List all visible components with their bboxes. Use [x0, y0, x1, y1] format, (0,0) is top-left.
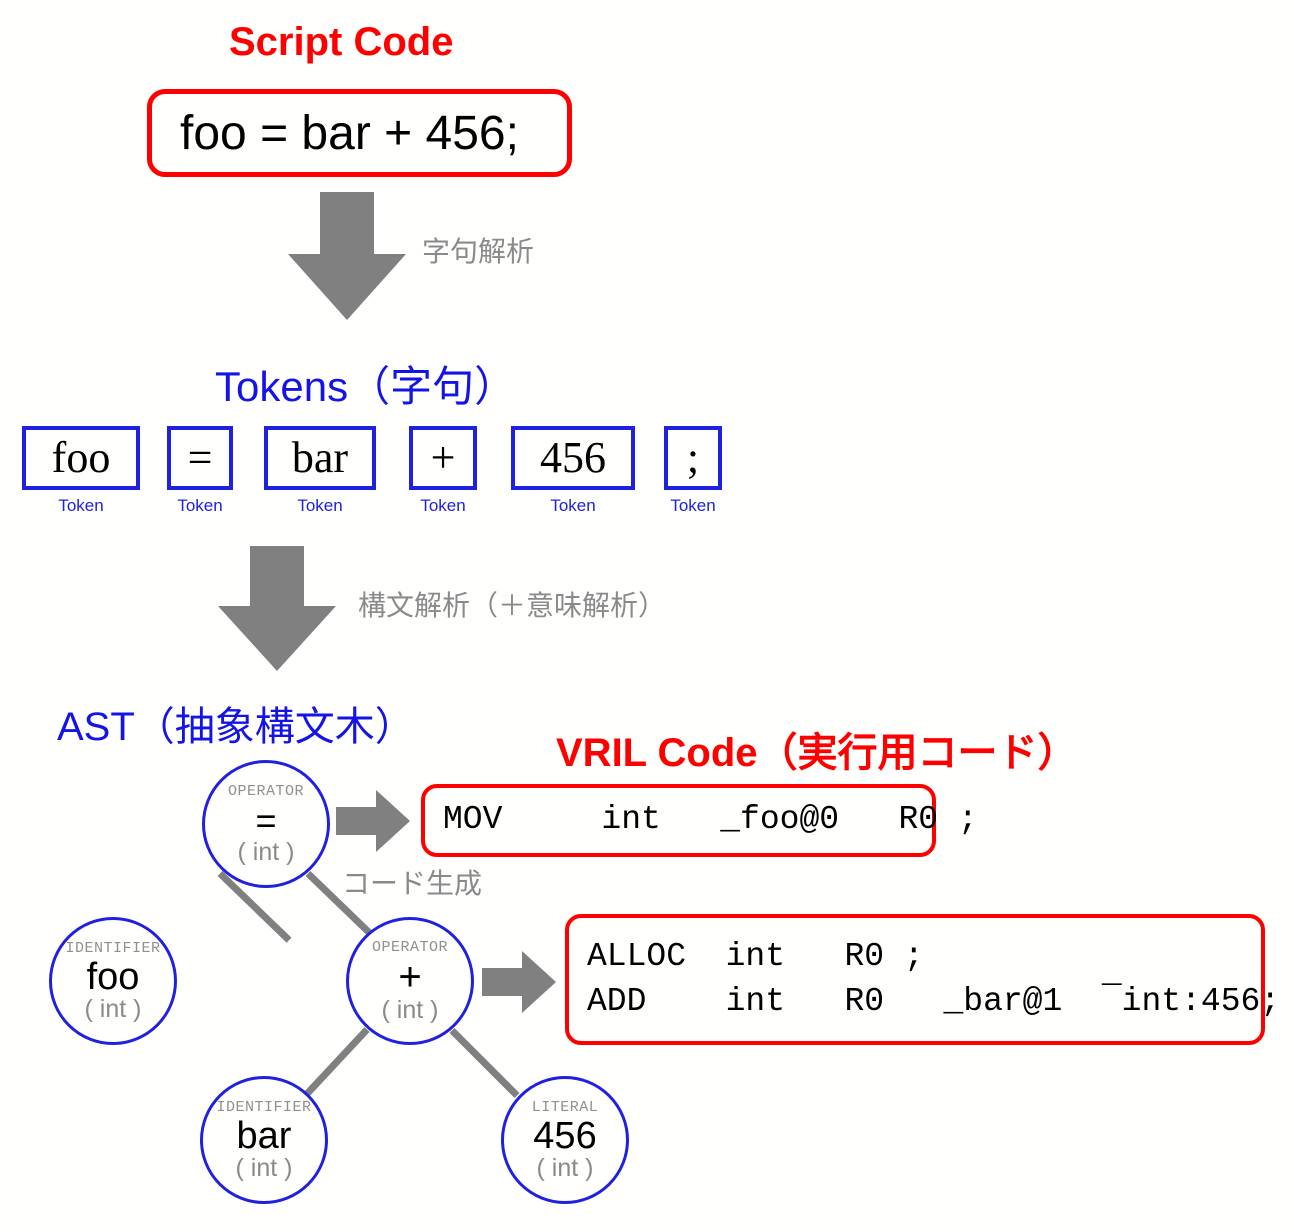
- ast-node-value: foo: [86, 955, 140, 998]
- ast-node-value: =: [255, 799, 277, 841]
- tokens-title: Tokens（字句）: [215, 363, 517, 410]
- token-item: ; Token: [664, 426, 722, 516]
- token-box: +: [409, 426, 477, 490]
- token-box: ;: [664, 426, 722, 490]
- codegen-label: コード生成: [342, 868, 483, 899]
- token-caption: Token: [550, 496, 596, 515]
- token-item: + Token: [409, 426, 477, 516]
- token-text: ;: [686, 433, 700, 482]
- token-box: 456: [511, 426, 635, 490]
- token-box: bar: [264, 426, 376, 490]
- ast-node-kind: OPERATOR: [227, 782, 304, 800]
- ast-node-type: ( int ): [235, 1153, 293, 1182]
- ast-node-kind: LITERAL: [531, 1098, 599, 1116]
- ast-node-type: ( int ): [381, 995, 439, 1024]
- token-caption: Token: [420, 496, 466, 515]
- token-text: foo: [51, 433, 111, 482]
- right-arrow-icon: [482, 951, 556, 1013]
- vril-code-line: MOV int _foo@0 R0 ;: [443, 801, 978, 839]
- ast-node-foo: IDENTIFIER foo ( int ): [49, 917, 177, 1045]
- script-code-title: Script Code: [229, 20, 454, 64]
- ast-title: AST（抽象構文木）: [57, 705, 415, 749]
- vril-title: VRIL Code（実行用コード）: [556, 731, 1078, 775]
- parsing-label: 構文解析（＋意味解析）: [358, 590, 667, 621]
- script-code-text: foo = bar + 456;: [180, 106, 519, 160]
- ast-node-literal: LITERAL 456 ( int ): [501, 1076, 629, 1204]
- token-item: bar Token: [264, 426, 376, 516]
- ast-node-assign: OPERATOR = ( int ): [202, 760, 330, 888]
- token-caption: Token: [58, 496, 104, 515]
- token-caption: Token: [670, 496, 716, 515]
- token-caption: Token: [177, 496, 223, 515]
- token-item: 456 Token: [511, 426, 635, 516]
- token-text: =: [187, 433, 213, 482]
- codegen-arrow-top: [336, 790, 410, 857]
- down-arrow-icon: [218, 546, 336, 671]
- vril-code-box-alloc-add: ALLOC int R0 ; ADD int R0 _bar@1 ¯int:45…: [565, 914, 1281, 1045]
- vril-code-line: ALLOC int R0 ;: [587, 937, 924, 975]
- ast-node-bar: IDENTIFIER bar ( int ): [200, 1076, 328, 1204]
- token-caption: Token: [297, 496, 343, 515]
- ast-node-kind: IDENTIFIER: [65, 939, 161, 957]
- diagram-canvas: Script Code foo = bar + 456; 字句解析 Tokens…: [0, 0, 1294, 1232]
- ast-node-value: +: [398, 954, 422, 999]
- token-item: = Token: [167, 426, 233, 516]
- down-arrow-icon: [288, 192, 406, 320]
- ast-node-kind: IDENTIFIER: [216, 1098, 312, 1116]
- script-code-box: foo = bar + 456;: [147, 89, 572, 177]
- tree-edge-plus-literal: [449, 1028, 520, 1099]
- ast-node-type: ( int ): [237, 837, 295, 866]
- ast-node-type: ( int ): [536, 1153, 594, 1182]
- vril-code-box-mov: MOV int _foo@0 R0 ;: [421, 784, 978, 857]
- right-arrow-icon: [336, 790, 410, 852]
- lexing-label: 字句解析: [422, 236, 535, 267]
- token-item: foo Token: [22, 426, 140, 516]
- ast-node-type: ( int ): [84, 994, 142, 1023]
- ast-node-value: 456: [533, 1114, 597, 1157]
- token-box: foo: [22, 426, 140, 490]
- vril-code-line: ADD int R0 _bar@1 ¯int:456;: [587, 982, 1281, 1020]
- parsing-arrow: [218, 546, 336, 671]
- token-box: =: [167, 426, 233, 490]
- token-text: bar: [291, 433, 349, 482]
- token-text: 456: [540, 433, 606, 482]
- tree-edge-plus-bar: [303, 1027, 370, 1098]
- codegen-arrow-bottom: [482, 951, 556, 1018]
- lexing-arrow: [288, 192, 406, 320]
- ast-node-plus: OPERATOR + ( int ): [346, 917, 474, 1045]
- token-text: +: [430, 433, 456, 482]
- ast-node-kind: OPERATOR: [371, 938, 448, 956]
- ast-node-value: bar: [236, 1114, 292, 1157]
